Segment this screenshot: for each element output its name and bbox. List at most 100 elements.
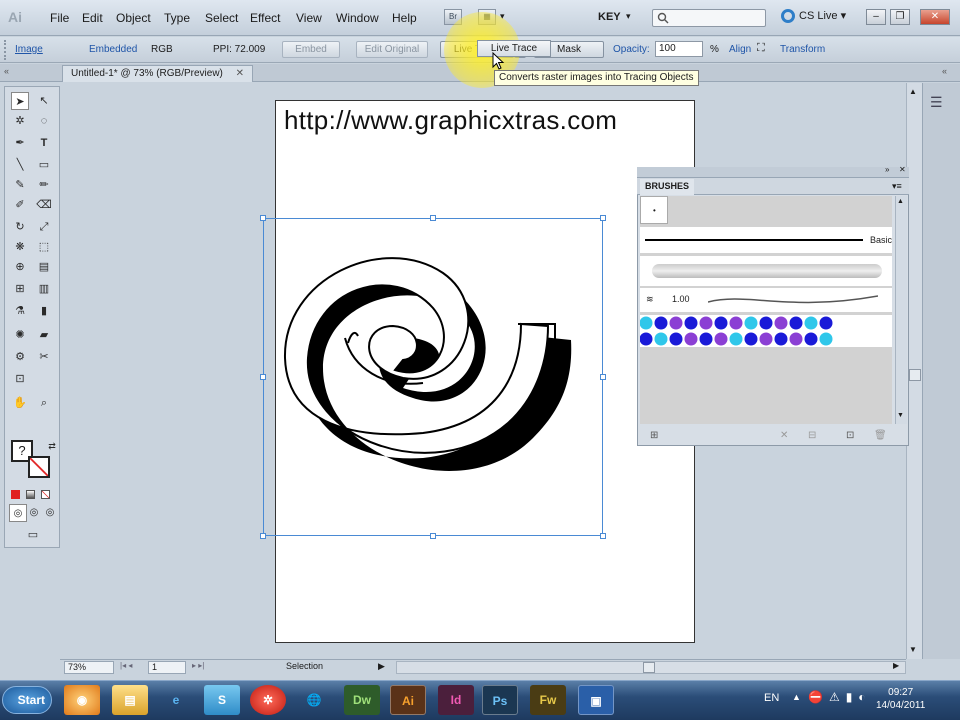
shape-builder-tool-icon[interactable]: ⊕ (11, 258, 29, 276)
chevron-down-icon[interactable]: ▾ (626, 11, 631, 22)
firefox-icon[interactable]: ◉ (64, 685, 100, 715)
zoom-field[interactable]: 73% (64, 661, 114, 674)
lasso-tool-icon[interactable]: ◌ (35, 112, 53, 130)
pattern-brush-wave[interactable]: ≋ 1.00 (640, 288, 892, 312)
resize-handle-bottom[interactable] (430, 533, 436, 539)
collapse-panel-icon[interactable]: « (4, 66, 9, 76)
type-tool-icon[interactable]: T (35, 134, 53, 152)
cs-live-menu[interactable]: CS Live ▾ (781, 9, 846, 24)
warp-tool-icon[interactable]: ❋ (11, 238, 29, 256)
brush-library-icon[interactable]: ⊞ (650, 430, 658, 441)
dreamweaver-icon[interactable]: Dw (344, 685, 380, 715)
graph-tool-icon[interactable]: ▮ (35, 302, 53, 320)
align-link[interactable]: Align (729, 44, 751, 55)
pencil-tool-icon[interactable]: ✏ (35, 176, 53, 194)
blend-tool-icon[interactable]: ⚙ (11, 348, 29, 366)
line-tool-icon[interactable]: ╲ (11, 156, 29, 174)
workspace-switcher[interactable]: KEY (598, 11, 621, 23)
slice-tool-icon[interactable]: ✂ (35, 348, 53, 366)
indesign-icon[interactable]: Id (438, 685, 474, 715)
rectangle-tool-icon[interactable]: ▭ (35, 156, 53, 174)
menu-effect[interactable]: Effect (250, 11, 280, 25)
pen-tool-icon[interactable]: ✒ (11, 134, 29, 152)
none-mode-icon[interactable] (41, 490, 50, 499)
acrobat-icon[interactable]: ✲ (250, 685, 286, 715)
horizontal-scrollbar[interactable]: ▶ (396, 661, 906, 674)
embed-button[interactable]: Embed (282, 41, 340, 58)
menu-help[interactable]: Help (392, 11, 417, 25)
brushes-tab[interactable]: BRUSHES (640, 179, 695, 195)
close-tab-icon[interactable]: ✕ (236, 68, 244, 79)
restore-button[interactable]: ❐ (890, 9, 910, 25)
fireworks-icon[interactable]: Fw (530, 685, 566, 715)
magic-wand-tool-icon[interactable]: ✲ (11, 112, 29, 130)
hand-tool-icon[interactable]: ✋ (11, 394, 29, 412)
column-graph-tool-icon[interactable]: ▰ (35, 326, 53, 344)
gradient-mode-icon[interactable] (26, 490, 35, 499)
zoom-tool-icon[interactable]: ⌕ (35, 394, 53, 412)
network-icon[interactable]: 🌐 (296, 685, 332, 715)
next-artboard-icon[interactable]: ▸ ▸| (192, 661, 204, 670)
resize-handle-top[interactable] (430, 215, 436, 221)
direct-selection-tool-icon[interactable]: ↖ (35, 92, 53, 110)
stroke-swatch[interactable] (28, 456, 50, 478)
new-brush-icon[interactable]: ⊡ (846, 430, 854, 441)
gradient-tool-icon[interactable]: ▥ (35, 280, 53, 298)
screen-recorder-icon[interactable]: ▣ (578, 685, 614, 715)
search-input[interactable] (652, 9, 766, 27)
expand-dock-icon[interactable]: « (942, 66, 947, 76)
dots-pattern-brush[interactable] (640, 315, 892, 347)
resize-handle-left[interactable] (260, 374, 266, 380)
eraser-tool-icon[interactable]: ⌫ (35, 196, 53, 214)
panel-options-icon[interactable]: ▾≡ (892, 181, 902, 192)
edit-original-button[interactable]: Edit Original (356, 41, 428, 58)
clock[interactable]: 09:27 14/04/2011 (876, 686, 925, 712)
brushes-panel-header[interactable]: » ✕ (637, 165, 909, 178)
url-text-object[interactable]: http://www.graphicxtras.com (284, 105, 617, 136)
status-menu-icon[interactable]: ▶ (378, 661, 385, 672)
skype-icon[interactable]: S (204, 685, 240, 715)
eyedropper-tool-icon[interactable]: ⚗ (11, 302, 29, 320)
start-button[interactable]: Start (2, 686, 52, 714)
photoshop-icon[interactable]: Ps (482, 685, 518, 715)
panel-grip[interactable] (4, 40, 9, 60)
screen-mode-icon[interactable]: ▭ (24, 526, 42, 544)
resize-handle-top-right[interactable] (600, 215, 606, 221)
file-explorer-icon[interactable]: ▤ (112, 685, 148, 715)
delete-brush-icon[interactable]: 🗑 (874, 430, 887, 441)
symbol-sprayer-tool-icon[interactable]: ✺ (11, 326, 29, 344)
selection-tool-icon[interactable]: ➤ (11, 92, 29, 110)
opacity-input[interactable]: 100 (655, 41, 703, 57)
menu-view[interactable]: View (296, 11, 322, 25)
transform-link[interactable]: Transform (780, 44, 825, 55)
brush-options-icon[interactable]: ⊟ (808, 430, 816, 441)
art-brush-chalk[interactable] (640, 256, 892, 286)
menu-object[interactable]: Object (116, 11, 151, 25)
menu-select[interactable]: Select (205, 11, 238, 25)
illustrator-icon[interactable]: Ai (390, 685, 426, 715)
tray-icons[interactable]: ⛔⚠▮◐ (808, 690, 872, 704)
internet-explorer-icon[interactable]: e (158, 685, 194, 715)
menu-type[interactable]: Type (164, 11, 190, 25)
remove-stroke-icon[interactable]: ✕ (780, 430, 788, 441)
document-tab[interactable]: Untitled-1* @ 73% (RGB/Preview) ✕ (62, 65, 254, 82)
resize-handle-top-left[interactable] (260, 215, 266, 221)
object-type-link[interactable]: Image (15, 44, 43, 55)
first-artboard-icon[interactable]: |◂ ◂ (120, 661, 132, 670)
free-transform-tool-icon[interactable]: ⬚ (35, 238, 53, 256)
show-hidden-icons[interactable]: ▲ (792, 692, 801, 702)
align-icon[interactable]: ⛶ (757, 42, 765, 55)
resize-handle-right[interactable] (600, 374, 606, 380)
mesh-tool-icon[interactable]: ⊞ (11, 280, 29, 298)
basic-brush[interactable]: Basic (640, 227, 892, 253)
minimize-button[interactable]: – (866, 9, 886, 25)
paintbrush-tool-icon[interactable]: ✎ (11, 176, 29, 194)
selection-bounding-box[interactable] (263, 218, 603, 536)
panel-menu-icon[interactable]: ☰ (930, 94, 943, 111)
swap-fill-stroke-icon[interactable]: ⇄ (43, 437, 61, 455)
draw-inside-icon[interactable]: ◎ (41, 504, 59, 522)
resize-handle-bottom-left[interactable] (260, 533, 266, 539)
perspective-grid-tool-icon[interactable]: ▤ (35, 258, 53, 276)
calligraphic-brush[interactable]: • (640, 196, 668, 224)
artboard-number-field[interactable]: 1 (148, 661, 186, 674)
